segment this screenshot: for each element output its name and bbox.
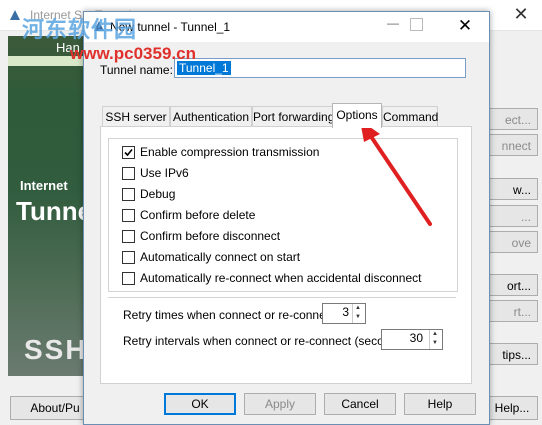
option-label: Use IPv6 — [140, 166, 189, 180]
app-icon — [10, 10, 20, 20]
spin-buttons[interactable]: ▲ ▼ — [429, 330, 440, 349]
bg-connect-button[interactable]: ect... — [488, 108, 538, 130]
tab-options[interactable]: Options — [332, 103, 382, 128]
checkbox[interactable] — [122, 209, 135, 222]
retry-times-label: Retry times when connect or re-connect: — [123, 308, 339, 322]
bg-export-button[interactable]: rt... — [488, 300, 538, 322]
cancel-button[interactable]: Cancel — [324, 393, 396, 415]
retry-intervals-value[interactable]: 30 — [381, 331, 423, 345]
retry-intervals-label: Retry intervals when connect or re-conne… — [123, 334, 411, 348]
bg-disconnect-button[interactable]: nnect — [488, 134, 538, 156]
close-icon[interactable]: ✕ — [452, 15, 478, 37]
spin-up-icon[interactable]: ▲ — [353, 304, 363, 313]
bg-tips-button[interactable]: tips... — [488, 343, 538, 365]
banner-ssh-text: SSH — [24, 334, 88, 365]
spin-down-icon[interactable]: ▼ — [430, 339, 440, 348]
spin-up-icon[interactable]: ▲ — [430, 330, 440, 339]
help-button[interactable]: Help — [404, 393, 476, 415]
tab-port-forwarding[interactable]: Port forwarding — [252, 106, 334, 127]
separator — [108, 297, 456, 298]
checkbox[interactable] — [122, 167, 135, 180]
checkbox[interactable] — [122, 230, 135, 243]
maximize-icon[interactable] — [410, 18, 423, 31]
bg-import-button[interactable]: ort... — [488, 274, 538, 296]
spin-down-icon[interactable]: ▼ — [353, 313, 363, 322]
banner-internet-text: Internet — [20, 178, 68, 193]
minimize-icon[interactable]: — — [380, 16, 406, 36]
apply-button[interactable]: Apply — [244, 393, 316, 415]
tunnel-name-label: Tunnel name: — [100, 63, 173, 77]
option-label: Automatically re-connect when accidental… — [140, 271, 422, 285]
tab-authentication[interactable]: Authentication — [170, 106, 252, 127]
option-label: Automatically connect on start — [140, 250, 301, 264]
bg-new-button[interactable]: w... — [488, 178, 538, 200]
retry-times-value[interactable]: 3 — [322, 305, 349, 319]
bg-remove-button[interactable]: ove — [488, 231, 538, 253]
checkbox-checked[interactable] — [122, 146, 135, 159]
option-label: Confirm before disconnect — [140, 229, 281, 243]
watermark-url: www.pc0359.cn — [70, 44, 196, 63]
option-label: Enable compression transmission — [140, 145, 320, 159]
option-label: Confirm before delete — [140, 208, 256, 222]
ok-button[interactable]: OK — [164, 393, 236, 415]
watermark-text: 河东软件园 — [22, 17, 138, 42]
checkmark-icon — [124, 148, 133, 157]
annotation-arrow-icon — [360, 120, 432, 226]
tab-ssh-server[interactable]: SSH server — [102, 106, 170, 127]
bg-help-button[interactable]: Help... — [486, 396, 538, 420]
main-window-close-button[interactable]: ✕ — [506, 2, 536, 26]
banner-tunnel-text: Tunne — [16, 196, 93, 226]
checkbox[interactable] — [122, 251, 135, 264]
option-label: Debug — [140, 187, 176, 201]
checkbox[interactable] — [122, 188, 135, 201]
bg-edit-button[interactable]: ... — [488, 205, 538, 227]
checkbox[interactable] — [122, 272, 135, 285]
spin-buttons[interactable]: ▲ ▼ — [352, 304, 363, 323]
